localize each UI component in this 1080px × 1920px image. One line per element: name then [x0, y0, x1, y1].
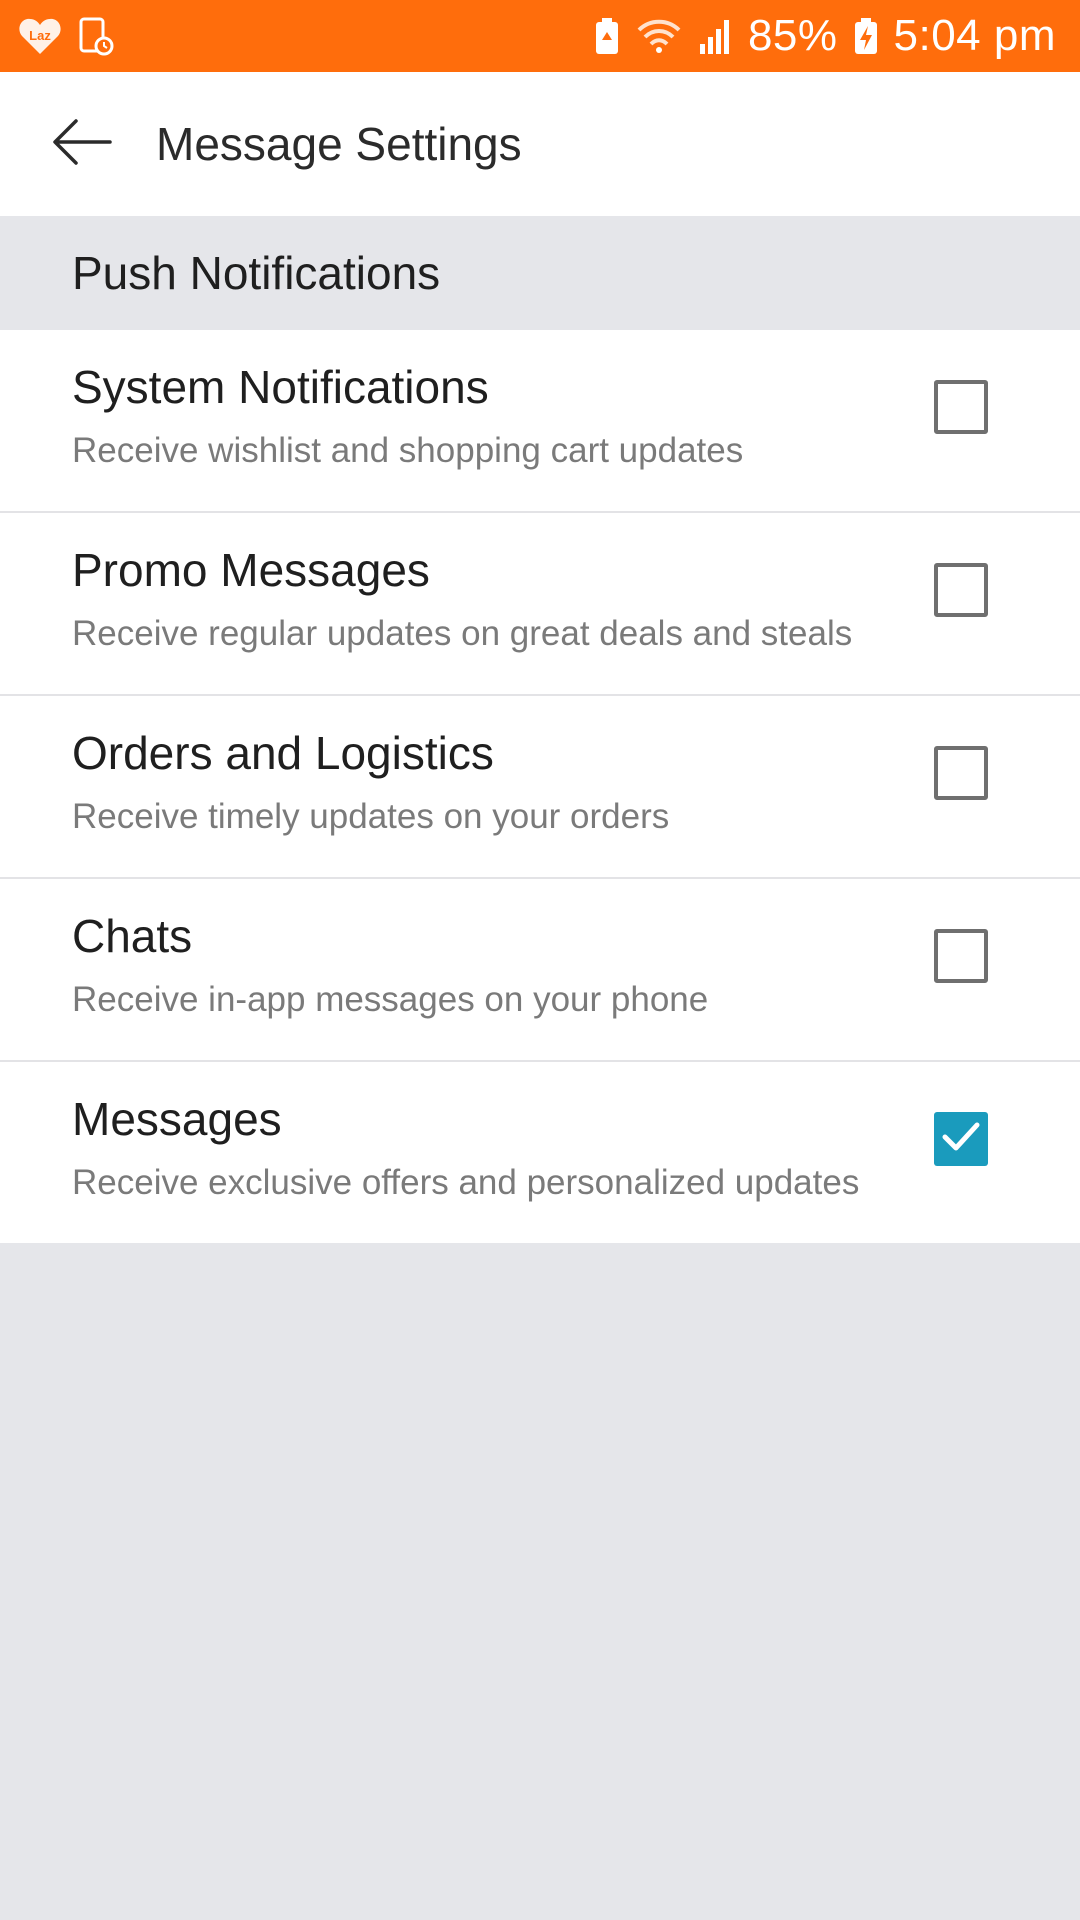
page-title: Message Settings [156, 118, 522, 170]
orders-and-logistics-checkbox[interactable] [934, 746, 988, 800]
settings-list: System Notifications Receive wishlist an… [0, 330, 1080, 1243]
screen-record-icon [78, 16, 114, 56]
setting-title: Promo Messages [72, 544, 430, 596]
app-bar: Message Settings [0, 72, 1080, 216]
chats-checkbox[interactable] [934, 929, 988, 983]
charging-battery-icon [854, 16, 878, 56]
setting-title: Messages [72, 1093, 282, 1145]
wifi-icon [636, 16, 682, 56]
checkmark-icon [941, 1120, 981, 1159]
setting-row-system-notifications[interactable]: System Notifications Receive wishlist an… [0, 330, 1080, 513]
setting-row-orders-and-logistics[interactable]: Orders and Logistics Receive timely upda… [0, 696, 1080, 879]
setting-title: Chats [72, 910, 193, 962]
signal-icon [698, 16, 732, 56]
setting-title: Orders and Logistics [72, 727, 494, 779]
laz-app-icon: Laz [18, 16, 62, 56]
setting-row-chats[interactable]: Chats Receive in-app messages on your ph… [0, 879, 1080, 1062]
svg-text:Laz: Laz [29, 28, 51, 43]
setting-subtitle: Receive timely updates on your orders [72, 797, 670, 836]
section-header: Push Notifications [0, 216, 1080, 330]
status-left-icons: Laz [18, 16, 114, 56]
setting-title: System Notifications [72, 361, 489, 413]
arrow-left-icon [52, 117, 112, 172]
battery-percentage: 85% [747, 11, 838, 60]
status-bar: Laz 85% 5:04 pm [0, 0, 1080, 72]
setting-row-promo-messages[interactable]: Promo Messages Receive regular updates o… [0, 513, 1080, 696]
setting-subtitle: Receive wishlist and shopping cart updat… [72, 431, 744, 470]
setting-row-messages[interactable]: Messages Receive exclusive offers and pe… [0, 1062, 1080, 1243]
battery-saver-icon [594, 16, 620, 56]
messages-checkbox[interactable] [934, 1112, 988, 1166]
back-button[interactable] [22, 72, 142, 216]
setting-subtitle: Receive in-app messages on your phone [72, 980, 709, 1019]
system-notifications-checkbox[interactable] [934, 380, 988, 434]
status-time: 5:04 pm [893, 11, 1056, 60]
section-title: Push Notifications [72, 247, 441, 299]
setting-subtitle: Receive exclusive offers and personalize… [72, 1163, 860, 1202]
setting-subtitle: Receive regular updates on great deals a… [72, 614, 853, 653]
status-right-icons: 85% 5:04 pm [594, 11, 1056, 61]
promo-messages-checkbox[interactable] [934, 563, 988, 617]
